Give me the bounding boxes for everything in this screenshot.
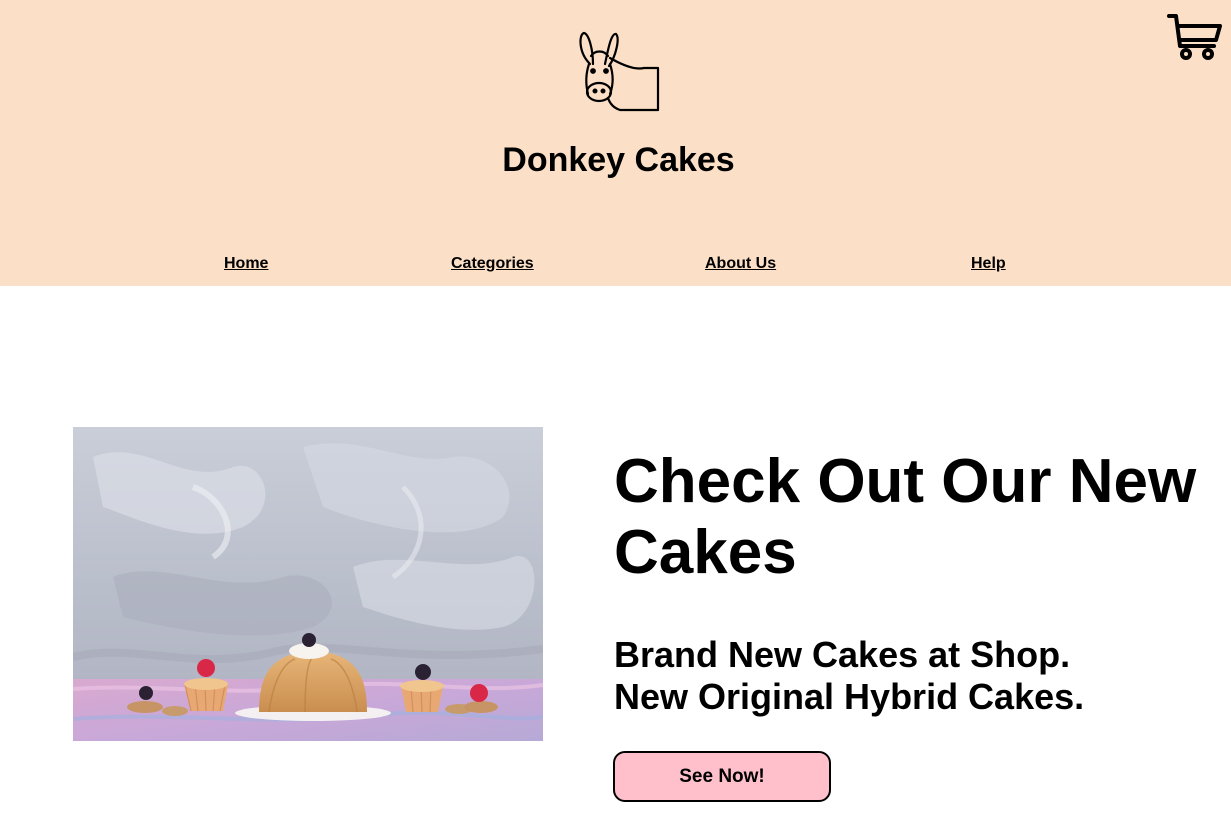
nav-link-categories[interactable]: Categories — [451, 254, 534, 274]
hero-cakes-photo — [73, 427, 543, 741]
nav-link-home[interactable]: Home — [224, 254, 268, 274]
see-now-button[interactable]: See Now! — [613, 751, 831, 802]
nav-link-help[interactable]: Help — [971, 254, 1006, 274]
shopping-cart-icon[interactable] — [1166, 12, 1224, 62]
hero-subline-2: New Original Hybrid Cakes. — [614, 676, 1085, 717]
donkey-logo-icon — [579, 31, 660, 112]
hero-headline: Check Out Our New Cakes — [614, 447, 1197, 587]
hero-subline-1: Brand New Cakes at Shop. — [614, 634, 1071, 675]
brand-title: Donkey Cakes — [502, 141, 735, 179]
nav-link-about-us[interactable]: About Us — [705, 254, 776, 274]
site-header: Donkey Cakes Home Categories About Us He… — [0, 0, 1231, 286]
